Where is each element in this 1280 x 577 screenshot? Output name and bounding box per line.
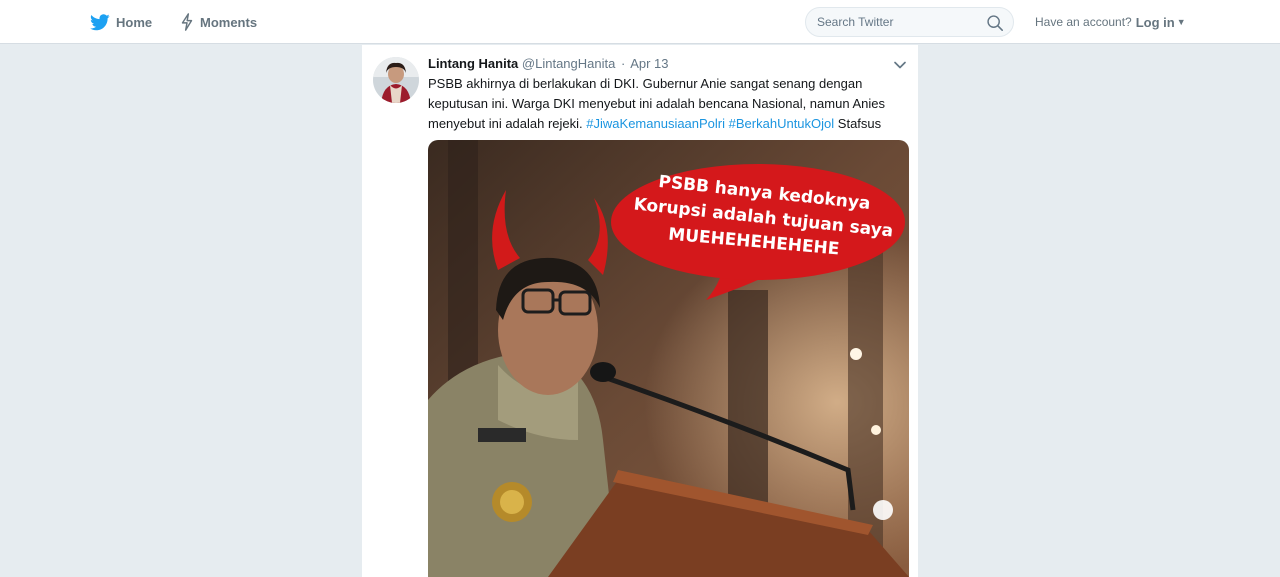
search-box	[805, 7, 1014, 37]
nav-home[interactable]: Home	[90, 0, 152, 44]
nav-moments-label: Moments	[200, 14, 258, 30]
tweet-text-tail: Stafsus	[837, 116, 882, 131]
tweet-photo[interactable]: PSBB hanya kedoknya Korupsi adalah tujua…	[428, 140, 909, 577]
search-icon[interactable]	[986, 14, 1004, 32]
tweet-fullname[interactable]: Lintang Hanita	[428, 56, 518, 71]
tweet-handle[interactable]: @LintangHanita	[522, 56, 615, 71]
tweet-header: Lintang Hanita @LintangHanita · Apr 13	[428, 56, 669, 71]
lightning-icon	[181, 13, 193, 31]
top-navigation-bar: Home Moments Have an account? Log in ▼	[0, 0, 1280, 44]
nav-moments[interactable]: Moments	[180, 0, 257, 44]
tweet-text: PSBB akhirnya di berlakukan di DKI. Gube…	[428, 74, 898, 134]
nav-home-label: Home	[116, 14, 153, 30]
search-input[interactable]	[806, 8, 987, 36]
caret-down-icon[interactable]: ▼	[1177, 17, 1186, 27]
tweet-date[interactable]: Apr 13	[630, 56, 668, 71]
separator-dot: ·	[620, 56, 626, 71]
account-prompt: Have an account?	[1035, 15, 1132, 29]
account-area: Have an account? Log in ▼	[1035, 0, 1186, 44]
login-link[interactable]: Log in	[1136, 15, 1175, 30]
hashtag-link[interactable]: #BerkahUntukOjol	[729, 116, 835, 131]
avatar[interactable]	[373, 57, 419, 103]
chevron-down-icon[interactable]	[892, 57, 908, 73]
hashtag-link[interactable]: #JiwaKemanusiaanPolri	[586, 116, 725, 131]
tweet-card: Lintang Hanita @LintangHanita · Apr 13 P…	[362, 45, 918, 577]
twitter-bird-icon	[90, 13, 110, 30]
avatar-image	[373, 57, 419, 103]
